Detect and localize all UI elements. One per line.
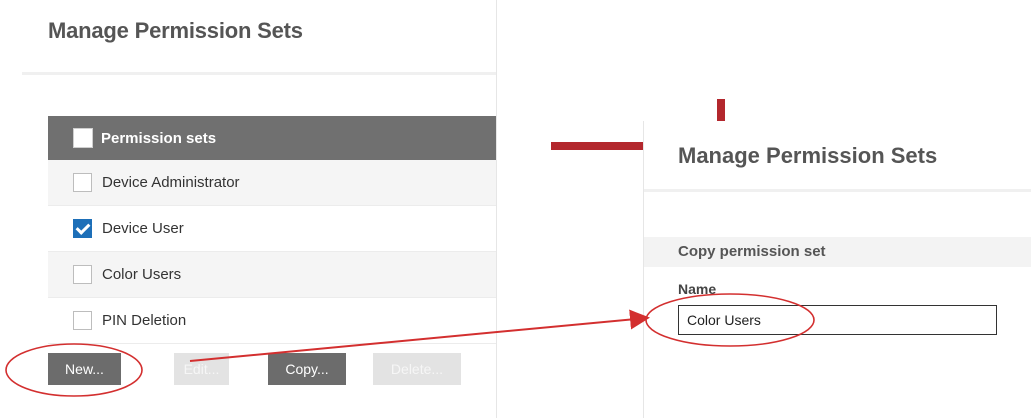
page-title: Manage Permission Sets	[48, 18, 303, 43]
left-header: Manage Permission Sets	[22, 0, 496, 75]
table-header-label: Permission sets	[101, 129, 217, 147]
edit-button[interactable]: Edit...	[174, 353, 229, 385]
copy-button[interactable]: Copy...	[268, 353, 346, 385]
copy-dialog: Manage Permission Sets Copy permission s…	[643, 121, 1031, 418]
permission-sets-table: Permission sets Device Administrator Dev…	[48, 116, 496, 344]
copy-section-title: Copy permission set	[678, 243, 826, 260]
annotation-bracket-vertical	[717, 99, 725, 122]
name-label: Name	[678, 281, 717, 297]
dialog-divider	[644, 189, 1031, 192]
table-row[interactable]: Device Administrator	[48, 160, 496, 206]
select-all-checkbox[interactable]	[73, 128, 93, 148]
annotation-bracket-horizontal	[551, 142, 645, 150]
row-label: PIN Deletion	[102, 312, 187, 329]
copy-section-header: Copy permission set	[644, 237, 1031, 267]
row-label: Color Users	[102, 266, 182, 283]
row-checkbox[interactable]	[73, 311, 92, 330]
delete-button[interactable]: Delete...	[373, 353, 461, 385]
table-row[interactable]: Color Users	[48, 252, 496, 298]
table-row[interactable]: PIN Deletion	[48, 298, 496, 344]
row-checkbox[interactable]	[73, 219, 92, 238]
action-buttons: New... Edit... Copy... Delete...	[48, 353, 496, 387]
row-label: Device Administrator	[102, 174, 240, 191]
row-label: Device User	[102, 220, 184, 237]
table-row[interactable]: Device User	[48, 206, 496, 252]
table-header: Permission sets	[48, 116, 496, 160]
row-checkbox[interactable]	[73, 265, 92, 284]
dialog-title: Manage Permission Sets	[678, 143, 938, 168]
left-panel: Manage Permission Sets Permission sets D…	[22, 0, 497, 418]
new-button[interactable]: New...	[48, 353, 121, 385]
name-input[interactable]	[678, 305, 997, 335]
row-checkbox[interactable]	[73, 173, 92, 192]
